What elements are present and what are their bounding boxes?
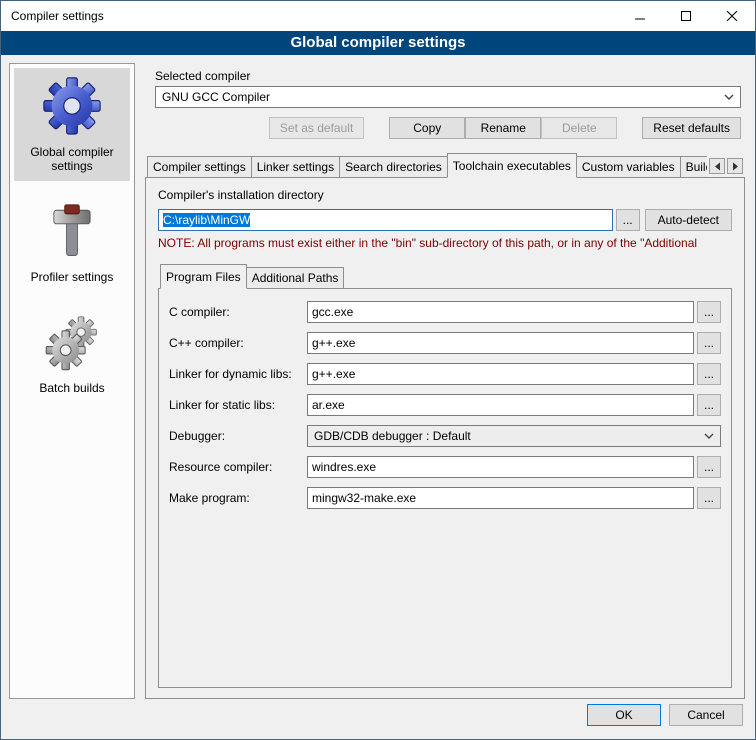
ok-button[interactable]: OK bbox=[587, 704, 661, 726]
minimize-button[interactable] bbox=[617, 1, 663, 31]
linker-dynamic-input[interactable]: g++.exe bbox=[307, 363, 694, 385]
close-button[interactable] bbox=[709, 1, 755, 31]
make-program-label: Make program: bbox=[169, 491, 307, 505]
sidebar-item-batch-builds[interactable]: Batch builds bbox=[14, 308, 130, 403]
sidebar-item-label: Batch builds bbox=[39, 381, 104, 395]
window-title: Compiler settings bbox=[1, 9, 617, 23]
linker-dynamic-browse-button[interactable]: ... bbox=[697, 363, 721, 385]
tab-scroll-right-button[interactable] bbox=[727, 158, 743, 174]
rename-button[interactable]: Rename bbox=[465, 117, 541, 139]
chevron-down-icon bbox=[722, 94, 736, 100]
compiler-buttons-row: Set as default Copy Rename Delete Reset … bbox=[155, 117, 741, 139]
install-dir-value: C:\raylib\MinGW bbox=[163, 213, 250, 227]
minimize-icon bbox=[635, 11, 645, 21]
cancel-button[interactable]: Cancel bbox=[669, 704, 743, 726]
subtab-additional-paths[interactable]: Additional Paths bbox=[246, 267, 345, 288]
dialog-footer: OK Cancel bbox=[1, 699, 755, 739]
make-program-row: Make program: mingw32-make.exe ... bbox=[169, 487, 721, 509]
linker-static-label: Linker for static libs: bbox=[169, 398, 307, 412]
main-area: Selected compiler GNU GCC Compiler Set a… bbox=[145, 63, 745, 699]
arrow-right-icon bbox=[732, 162, 739, 171]
make-program-browse-button[interactable]: ... bbox=[697, 487, 721, 509]
titlebar: Compiler settings bbox=[1, 1, 755, 31]
c-compiler-browse-button[interactable]: ... bbox=[697, 301, 721, 323]
resource-compiler-value: windres.exe bbox=[312, 460, 376, 474]
maximize-icon bbox=[681, 11, 691, 21]
c-compiler-value: gcc.exe bbox=[312, 305, 353, 319]
cpp-compiler-label: C++ compiler: bbox=[169, 336, 307, 350]
set-as-default-button[interactable]: Set as default bbox=[269, 117, 364, 139]
tab-toolchain-executables[interactable]: Toolchain executables bbox=[447, 153, 577, 178]
linker-dynamic-row: Linker for dynamic libs: g++.exe ... bbox=[169, 363, 721, 385]
tab-custom-variables[interactable]: Custom variables bbox=[576, 156, 681, 177]
resource-compiler-label: Resource compiler: bbox=[169, 460, 307, 474]
toolchain-executables-panel: Compiler's installation directory C:\ray… bbox=[145, 177, 745, 699]
settings-sidebar: Global compiler settings bbox=[9, 63, 135, 699]
profiler-tool-icon bbox=[43, 203, 101, 264]
install-dir-input[interactable]: C:\raylib\MinGW bbox=[158, 209, 613, 231]
debugger-label: Debugger: bbox=[169, 429, 307, 443]
compiler-settings-window: Compiler settings Global compiler settin… bbox=[0, 0, 756, 740]
linker-dynamic-label: Linker for dynamic libs: bbox=[169, 367, 307, 381]
bin-subdirectory-note: NOTE: All programs must exist either in … bbox=[158, 236, 732, 250]
tab-compiler-settings[interactable]: Compiler settings bbox=[147, 156, 252, 177]
maximize-button[interactable] bbox=[663, 1, 709, 31]
c-compiler-label: C compiler: bbox=[169, 305, 307, 319]
sidebar-item-label: Global compiler settings bbox=[16, 145, 128, 173]
installation-directory-label: Compiler's installation directory bbox=[158, 188, 732, 202]
tab-scroll-arrows bbox=[709, 158, 743, 174]
close-icon bbox=[727, 11, 737, 21]
debugger-value: GDB/CDB debugger : Default bbox=[314, 429, 702, 443]
program-files-tabbar: Program Files Additional Paths bbox=[158, 263, 732, 288]
linker-static-value: ar.exe bbox=[312, 398, 345, 412]
copy-button[interactable]: Copy bbox=[389, 117, 465, 139]
c-compiler-row: C compiler: gcc.exe ... bbox=[169, 301, 721, 323]
reset-defaults-button[interactable]: Reset defaults bbox=[642, 117, 741, 139]
debugger-row: Debugger: GDB/CDB debugger : Default bbox=[169, 425, 721, 447]
dialog-banner: Global compiler settings bbox=[1, 31, 755, 55]
dialog-content: Global compiler settings bbox=[1, 55, 755, 699]
linker-dynamic-value: g++.exe bbox=[312, 367, 355, 381]
resource-compiler-browse-button[interactable]: ... bbox=[697, 456, 721, 478]
chevron-down-icon bbox=[702, 433, 716, 439]
make-program-value: mingw32-make.exe bbox=[312, 491, 416, 505]
c-compiler-input[interactable]: gcc.exe bbox=[307, 301, 694, 323]
compiler-combobox-value: GNU GCC Compiler bbox=[162, 90, 722, 104]
compiler-combobox[interactable]: GNU GCC Compiler bbox=[155, 86, 741, 108]
linker-static-browse-button[interactable]: ... bbox=[697, 394, 721, 416]
delete-button[interactable]: Delete bbox=[541, 117, 617, 139]
linker-static-input[interactable]: ar.exe bbox=[307, 394, 694, 416]
resource-compiler-input[interactable]: windres.exe bbox=[307, 456, 694, 478]
cpp-compiler-browse-button[interactable]: ... bbox=[697, 332, 721, 354]
sidebar-item-profiler-settings[interactable]: Profiler settings bbox=[14, 197, 130, 292]
cpp-compiler-row: C++ compiler: g++.exe ... bbox=[169, 332, 721, 354]
subtab-program-files[interactable]: Program Files bbox=[160, 264, 247, 289]
autodetect-button[interactable]: Auto-detect bbox=[645, 209, 732, 231]
arrow-left-icon bbox=[714, 162, 721, 171]
global-compiler-gear-icon bbox=[41, 74, 103, 139]
program-files-panel: C compiler: gcc.exe ... C++ compiler: g+… bbox=[158, 288, 732, 688]
tab-linker-settings[interactable]: Linker settings bbox=[251, 156, 340, 177]
install-dir-browse-button[interactable]: ... bbox=[616, 209, 640, 231]
sidebar-item-global-compiler-settings[interactable]: Global compiler settings bbox=[14, 68, 130, 181]
sidebar-item-label: Profiler settings bbox=[31, 270, 114, 284]
cpp-compiler-input[interactable]: g++.exe bbox=[307, 332, 694, 354]
selected-compiler-label: Selected compiler bbox=[155, 69, 741, 83]
tab-search-directories[interactable]: Search directories bbox=[339, 156, 448, 177]
debugger-combobox[interactable]: GDB/CDB debugger : Default bbox=[307, 425, 721, 447]
tab-build-options[interactable]: Build options bbox=[680, 156, 707, 177]
cpp-compiler-value: g++.exe bbox=[312, 336, 355, 350]
make-program-input[interactable]: mingw32-make.exe bbox=[307, 487, 694, 509]
tab-scroll-left-button[interactable] bbox=[709, 158, 725, 174]
settings-tabbar: Compiler settings Linker settings Search… bbox=[145, 152, 745, 177]
batch-builds-gears-icon bbox=[43, 314, 101, 375]
linker-static-row: Linker for static libs: ar.exe ... bbox=[169, 394, 721, 416]
installation-directory-row: C:\raylib\MinGW ... Auto-detect bbox=[158, 209, 732, 231]
resource-compiler-row: Resource compiler: windres.exe ... bbox=[169, 456, 721, 478]
